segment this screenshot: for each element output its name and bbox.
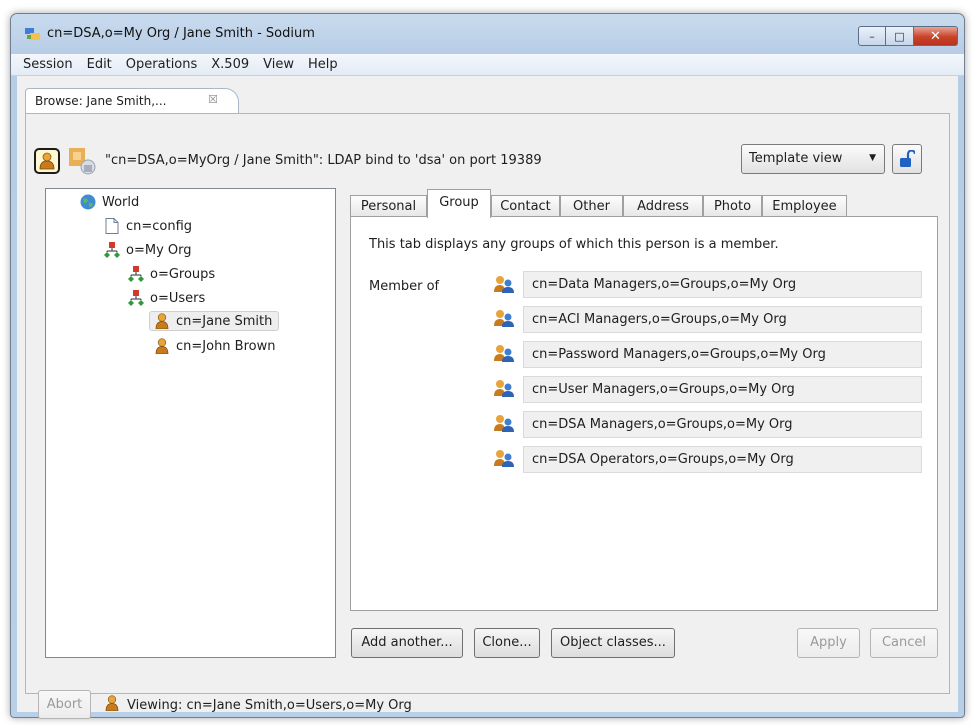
tree-node-jane-smith[interactable]: cn=Jane Smith — [149, 311, 280, 331]
tree-node-label: cn=John Brown — [176, 338, 276, 354]
chevron-down-icon: ▼ — [869, 153, 876, 163]
tree-node-label: World — [102, 194, 140, 210]
title-bar: cn=DSA,o=My Org / Jane Smith - Sodium – … — [11, 14, 964, 54]
member-of-field[interactable]: cn=Password Managers,o=Groups,o=My Org — [523, 341, 922, 368]
globe-icon — [80, 194, 96, 210]
member-of-field[interactable]: cn=DSA Operators,o=Groups,o=My Org — [523, 446, 922, 473]
menu-x509[interactable]: X.509 — [205, 57, 257, 72]
group-tab-panel: This tab displays any groups of which th… — [350, 216, 938, 611]
tree-node-my-org[interactable]: o=My Org — [104, 240, 192, 260]
tab-other[interactable]: Other — [560, 195, 623, 217]
window-title: cn=DSA,o=My Org / Jane Smith - Sodium — [47, 26, 315, 41]
apply-button[interactable]: Apply — [797, 628, 860, 658]
group-tab-description: This tab displays any groups of which th… — [369, 237, 779, 252]
window-controls: – □ ✕ — [858, 26, 958, 46]
tree-node-john-brown[interactable]: cn=John Brown — [154, 336, 275, 356]
group-icon — [494, 415, 514, 432]
entry-person-icon[interactable] — [34, 148, 60, 174]
group-icon — [494, 345, 514, 362]
group-icon — [494, 276, 514, 293]
document-icon — [104, 218, 120, 234]
sodium-app-icon — [25, 28, 40, 40]
person-icon — [39, 152, 55, 170]
status-text: Viewing: cn=Jane Smith,o=Users,o=My Org — [127, 698, 412, 713]
group-icon — [494, 310, 514, 327]
close-window-button[interactable]: ✕ — [914, 26, 958, 46]
menu-edit[interactable]: Edit — [81, 57, 120, 72]
directory-tree: World cn=config o=My Org o=Groups o=User… — [45, 188, 336, 658]
tree-node-label: cn=Jane Smith — [176, 313, 273, 329]
organization-icon — [128, 290, 144, 306]
tab-employee[interactable]: Employee — [762, 195, 847, 217]
tree-node-label: o=Groups — [150, 266, 216, 282]
editor-tab-browse[interactable]: Browse: Jane Smith,... ☒ — [25, 88, 239, 114]
member-of-field[interactable]: cn=Data Managers,o=Groups,o=My Org — [523, 271, 922, 298]
person-icon — [154, 313, 170, 329]
abort-button[interactable]: Abort — [38, 690, 91, 719]
clone-button[interactable]: Clone... — [474, 628, 540, 658]
object-classes-button[interactable]: Object classes... — [551, 628, 675, 658]
menu-session[interactable]: Session — [17, 57, 81, 72]
unlock-button[interactable] — [892, 144, 922, 174]
tree-node-groups[interactable]: o=Groups — [128, 264, 215, 284]
tree-node-label: o=Users — [150, 290, 206, 306]
menu-view[interactable]: View — [257, 57, 302, 72]
person-icon — [154, 338, 170, 354]
group-icon — [494, 450, 514, 467]
maximize-button[interactable]: □ — [886, 26, 914, 46]
tree-node-label: cn=config — [126, 218, 193, 234]
connection-info: "cn=DSA,o=MyOrg / Jane Smith": LDAP bind… — [105, 153, 542, 168]
organization-icon — [104, 242, 120, 258]
tab-photo[interactable]: Photo — [703, 195, 762, 217]
view-mode-select[interactable]: Template view ▼ — [741, 144, 885, 174]
member-of-field[interactable]: cn=User Managers,o=Groups,o=My Org — [523, 376, 922, 403]
menu-help[interactable]: Help — [302, 57, 346, 72]
member-of-field[interactable]: cn=ACI Managers,o=Groups,o=My Org — [523, 306, 922, 333]
tab-group[interactable]: Group — [427, 189, 491, 218]
editor-tab-label: Browse: Jane Smith,... — [35, 94, 167, 108]
minimize-button[interactable]: – — [858, 26, 886, 46]
cancel-button[interactable]: Cancel — [870, 628, 938, 658]
menu-operations[interactable]: Operations — [120, 57, 205, 72]
tab-personal[interactable]: Personal — [350, 195, 427, 217]
tree-node-config[interactable]: cn=config — [104, 216, 192, 236]
group-icon — [494, 380, 514, 397]
menu-bar: Session Edit Operations X.509 View Help — [11, 54, 964, 76]
view-mode-value: Template view — [749, 151, 843, 166]
member-of-label: Member of — [369, 279, 440, 294]
close-tab-icon[interactable]: ☒ — [208, 93, 218, 106]
add-another-button[interactable]: Add another... — [351, 628, 463, 658]
member-of-field[interactable]: cn=DSA Managers,o=Groups,o=My Org — [523, 411, 922, 438]
tab-contact[interactable]: Contact — [491, 195, 560, 217]
tab-address[interactable]: Address — [623, 195, 703, 217]
unlock-icon — [900, 150, 915, 167]
organization-icon — [128, 266, 144, 282]
tree-node-world[interactable]: World — [80, 192, 139, 212]
client-area: Browse: Jane Smith,... ☒ "cn=DSA,o=MyOrg… — [17, 76, 958, 719]
tree-node-users[interactable]: o=Users — [128, 288, 205, 308]
person-icon — [105, 695, 119, 711]
locked-entry-icon — [69, 148, 96, 175]
application-window: cn=DSA,o=My Org / Jane Smith - Sodium – … — [10, 13, 965, 719]
tree-node-label: o=My Org — [126, 242, 192, 258]
